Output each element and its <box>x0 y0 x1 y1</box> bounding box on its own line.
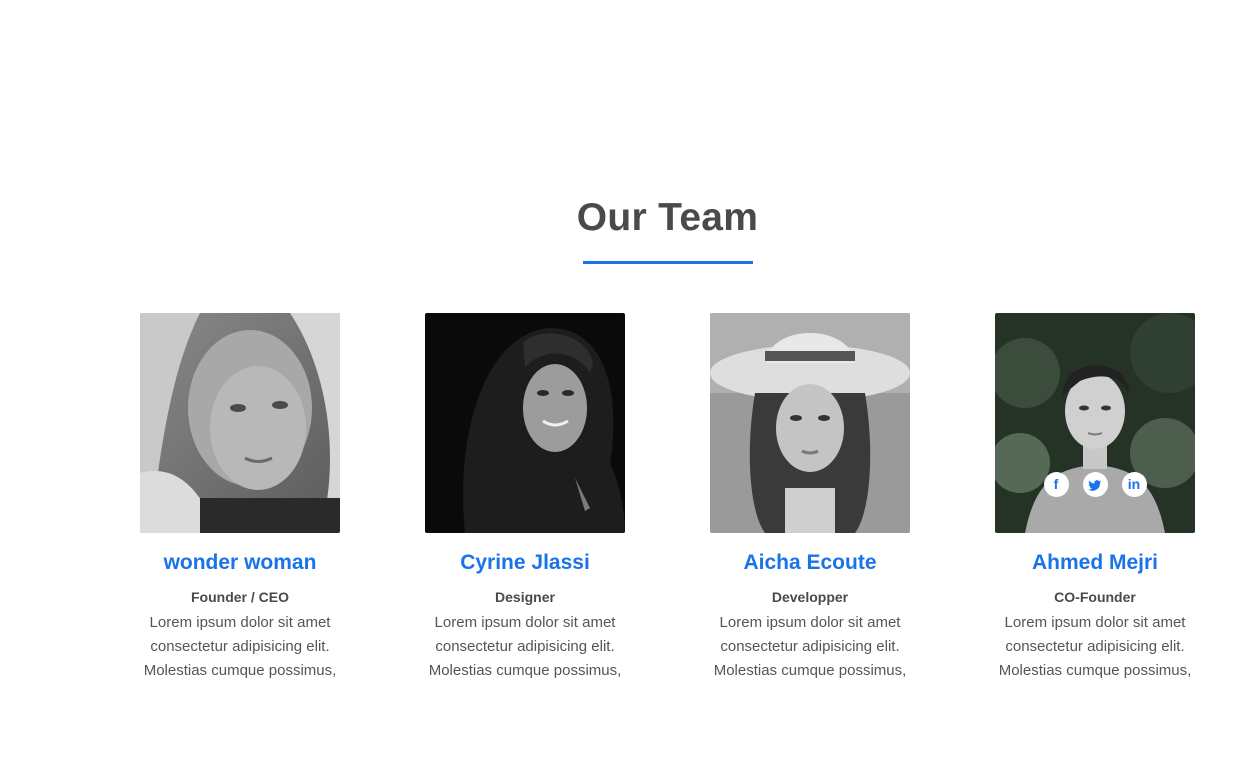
member-role: Founder / CEO <box>191 589 289 605</box>
bio-line: Molestias cumque possimus, <box>998 662 1192 679</box>
bio-line: Molestias cumque possimus, <box>143 662 337 679</box>
title-underline <box>583 261 753 264</box>
bio-line: Molestias cumque possimus, <box>713 662 907 679</box>
social-links: f in <box>995 472 1195 497</box>
team-member-card: Aicha Ecoute Developper Lorem ipsum dolo… <box>710 313 910 683</box>
member-photo <box>710 313 910 533</box>
member-name[interactable]: Ahmed Mejri <box>995 549 1195 577</box>
member-role: CO-Founder <box>1054 589 1136 605</box>
member-photo <box>425 313 625 533</box>
linkedin-icon[interactable]: in <box>1121 472 1147 497</box>
bio-line: Lorem ipsum dolor sit amet <box>434 614 616 631</box>
bio-line: consectetur adipisicing elit. <box>435 638 615 655</box>
bio-line: Lorem ipsum dolor sit amet <box>149 614 331 631</box>
facebook-icon[interactable]: f <box>1043 472 1069 497</box>
member-role: Designer <box>495 589 555 605</box>
member-bio: Lorem ipsum dolor sit amet consectetur a… <box>140 611 340 683</box>
member-bio: Lorem ipsum dolor sit amet consectetur a… <box>425 611 625 683</box>
member-photo: f in <box>995 313 1195 533</box>
member-name[interactable]: Cyrine Jlassi <box>425 549 625 577</box>
team-member-card: wonder woman Founder / CEO Lorem ipsum d… <box>140 313 340 683</box>
member-role: Developper <box>771 589 849 605</box>
section-title: Our Team <box>576 196 759 239</box>
team-member-card: f in Ahmed Mejri CO-Founder Lorem ipsum … <box>995 313 1195 683</box>
member-bio: Lorem ipsum dolor sit amet consectetur a… <box>995 611 1195 683</box>
member-name[interactable]: Aicha Ecoute <box>710 549 910 577</box>
bio-line: consectetur adipisicing elit. <box>1005 638 1185 655</box>
team-member-card: Cyrine Jlassi Designer Lorem ipsum dolor… <box>425 313 625 683</box>
team-section: Our Team wonder woman Founder / CEO Lore… <box>0 0 1250 768</box>
bio-line: consectetur adipisicing elit. <box>720 638 900 655</box>
member-name[interactable]: wonder woman <box>140 549 340 577</box>
bio-line: Molestias cumque possimus, <box>428 662 622 679</box>
bio-line: Lorem ipsum dolor sit amet <box>1004 614 1186 631</box>
bio-line: Lorem ipsum dolor sit amet <box>719 614 901 631</box>
bio-line: consectetur adipisicing elit. <box>150 638 330 655</box>
twitter-icon[interactable] <box>1082 472 1108 497</box>
member-photo <box>140 313 340 533</box>
member-bio: Lorem ipsum dolor sit amet consectetur a… <box>710 611 910 683</box>
